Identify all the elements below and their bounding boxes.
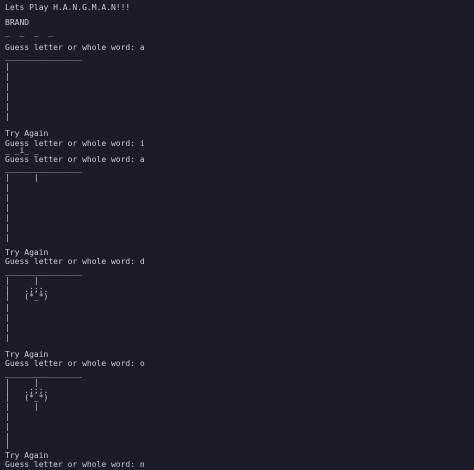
gallows-post: | — [5, 412, 10, 421]
word-progress: _ _ _ _ — [5, 28, 54, 37]
category-word: BRAND — [5, 18, 30, 27]
gallows-post: | — [5, 303, 10, 312]
guess-prompt: Guess letter or whole word: d — [5, 257, 145, 266]
gallows-post: | — [5, 213, 10, 222]
gallows-post: | — [5, 233, 10, 242]
gallows-post: | — [5, 333, 10, 342]
hangman-face: | (*_*) — [5, 292, 49, 301]
gallows-post: | — [5, 203, 10, 212]
gallows-post: | — [5, 62, 10, 71]
gallows-post: | — [5, 112, 10, 121]
gallows-post: | — [5, 92, 10, 101]
guess-prompt[interactable]: Guess letter or whole word: n — [5, 460, 145, 470]
gallows-post: | — [5, 223, 10, 232]
gallows-post: | — [5, 422, 10, 431]
gallows-post: | — [5, 72, 10, 81]
guess-prompt: Guess letter or whole word: o — [5, 359, 145, 368]
gallows-post: | — [5, 193, 10, 202]
gallows-post: | — [5, 102, 10, 111]
hangman-body: | | — [5, 402, 39, 411]
gallows-post: | — [5, 183, 10, 192]
gallows-rope: | | — [5, 173, 39, 182]
welcome-line: Lets Play H.A.N.G.M.A.N!!! — [5, 3, 131, 12]
gallows-post: | — [5, 313, 10, 322]
terminal-window[interactable]: Lets Play H.A.N.G.M.A.N!!! BRAND _ _ _ _… — [0, 0, 474, 470]
gallows-post: | — [5, 82, 10, 91]
try-again-message: Try Again — [5, 129, 49, 138]
gallows-post: | — [5, 323, 10, 332]
gallows-post: | — [5, 440, 10, 449]
gallows-beam: ________________ — [5, 52, 83, 61]
